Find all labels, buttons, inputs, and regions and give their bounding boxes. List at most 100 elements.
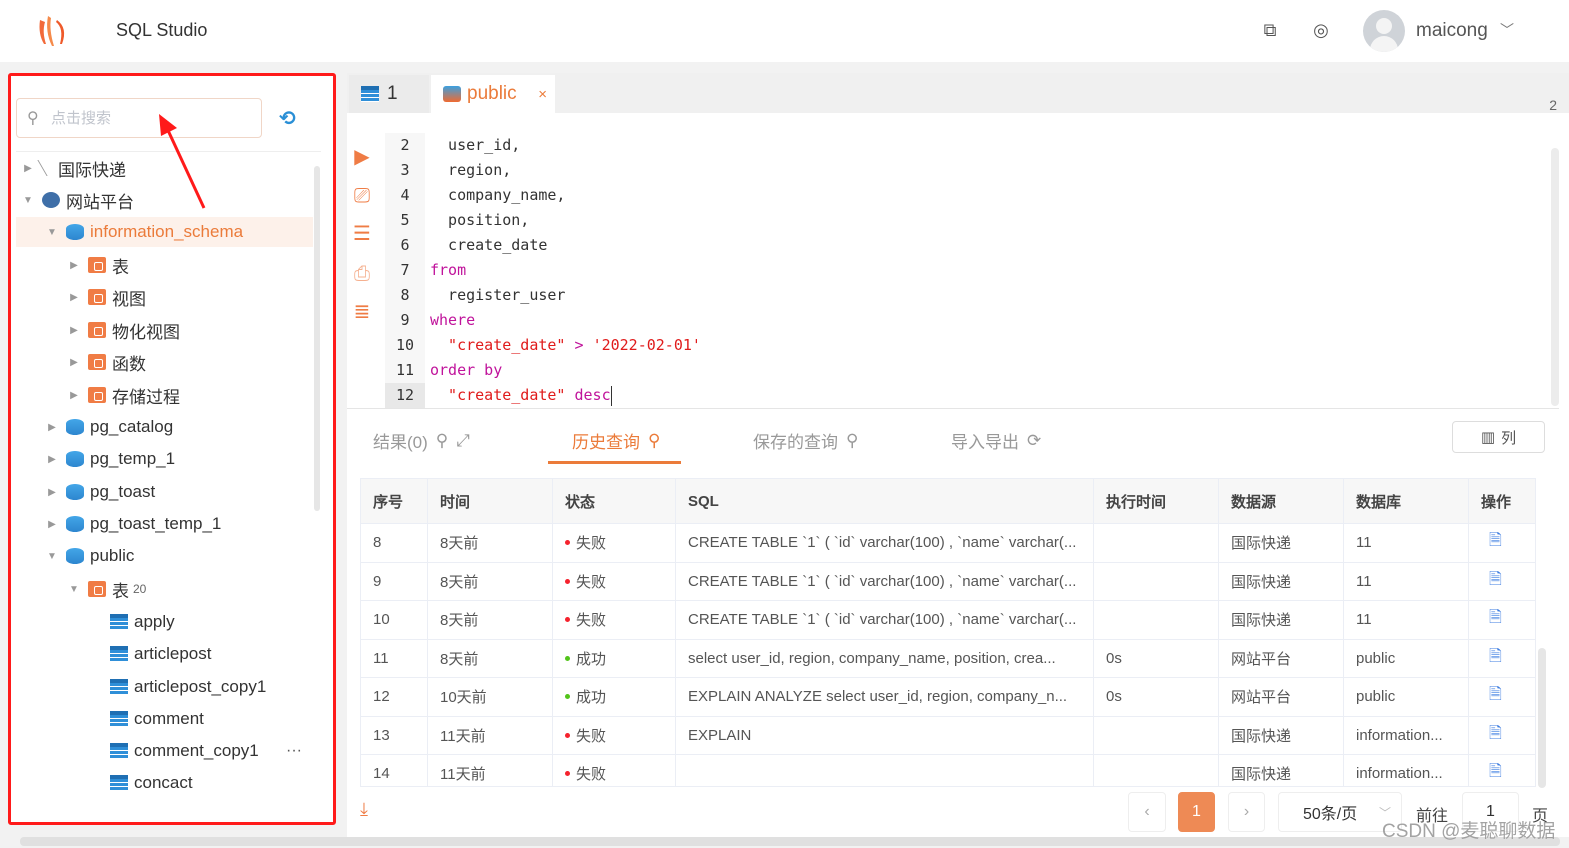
caret-down-icon[interactable]: ▼ [68, 584, 80, 595]
caret-right-icon[interactable]: ▶ [46, 454, 58, 465]
view-detail-icon[interactable]: 🗎 [1489, 568, 1502, 595]
user-name[interactable]: maicong [1416, 20, 1488, 42]
caret-right-icon[interactable]: ▶ [46, 422, 58, 433]
code-line[interactable]: user_id, [430, 133, 520, 158]
tab-saved-queries[interactable]: 保存的查询 ⚲ [753, 428, 858, 453]
table-row[interactable]: 12 10天前 成功 EXPLAIN ANALYZE select user_id, … [361, 678, 1535, 717]
tree-node[interactable]: ▶ pg_catalog [16, 412, 313, 442]
code-line[interactable]: region, [430, 158, 511, 183]
tree-node[interactable]: articlepost_copy1 [16, 672, 313, 702]
column-header[interactable]: 序号 [361, 479, 428, 523]
code-line[interactable]: register_user [430, 283, 565, 308]
caret-right-icon[interactable]: ▶ [22, 163, 34, 174]
tree-node[interactable]: ▶ pg_toast [16, 477, 313, 507]
column-header[interactable]: 执行时间 [1094, 479, 1219, 523]
horizontal-scrollbar[interactable] [20, 837, 1560, 846]
table-row[interactable]: 10 8天前 失败 CREATE TABLE `1` ( `id` varchar(1… [361, 601, 1535, 640]
column-header[interactable]: 数据库 [1344, 479, 1469, 523]
view-detail-icon[interactable]: 🗎 [1489, 722, 1502, 749]
code-line[interactable]: order by [430, 358, 502, 383]
caret-right-icon[interactable]: ▶ [46, 519, 58, 530]
caret-right-icon[interactable]: ▶ [68, 390, 80, 401]
code-line[interactable]: where [430, 308, 475, 333]
column-header[interactable]: 时间 [428, 479, 553, 523]
chevron-down-icon[interactable]: ﹀ [1500, 20, 1514, 40]
table-row[interactable]: 14 11天前 失败 国际快递 information... 🗎 [361, 755, 1535, 786]
tree-node[interactable]: ▶ 物化视图 [16, 315, 313, 345]
code-line[interactable]: position, [430, 208, 529, 233]
next-page-button[interactable]: › [1228, 792, 1265, 832]
tab-results[interactable]: 结果(0) ⚲ ⤢ [373, 428, 470, 453]
caret-right-icon[interactable]: ▶ [68, 260, 80, 271]
search-icon[interactable]: ⚲ [436, 431, 448, 451]
caret-right-icon[interactable]: ▶ [46, 487, 58, 498]
prev-page-button[interactable]: ‹ [1128, 792, 1166, 832]
translate-icon[interactable]: ⧉ [1259, 20, 1281, 42]
tree-node[interactable]: ▼ 网站平台 [16, 185, 313, 215]
tree-node[interactable]: ▼ information_schema [16, 217, 313, 247]
tree-node[interactable]: ▼ public [16, 541, 313, 571]
view-detail-icon[interactable]: 🗎 [1489, 645, 1502, 672]
table-row[interactable]: 8 8天前 失败 CREATE TABLE `1` ( `id` varchar(10… [361, 524, 1535, 563]
format-icon[interactable]: ≣ [351, 301, 373, 323]
tree-node[interactable]: apply [16, 607, 313, 637]
editor-scrollbar[interactable] [1551, 148, 1559, 406]
caret-right-icon[interactable]: ▶ [68, 357, 80, 368]
code-line[interactable]: "create_date" > '2022-02-01' [430, 333, 701, 358]
code-line[interactable]: from [430, 258, 466, 283]
tree-node[interactable]: ▶ 存储过程 [16, 380, 313, 410]
view-detail-icon[interactable]: 🗎 [1489, 529, 1502, 556]
avatar[interactable] [1363, 10, 1405, 52]
view-detail-icon[interactable]: 🗎 [1489, 760, 1502, 786]
download-icon[interactable]: ⤓ [360, 799, 368, 820]
tab-history[interactable]: 历史查询 ⚲ [572, 428, 660, 453]
caret-right-icon[interactable]: ▶ [68, 292, 80, 303]
caret-down-icon[interactable]: ▼ [46, 551, 58, 562]
explain-icon[interactable]: ☰ [351, 223, 373, 245]
search-box[interactable]: ⚲ [16, 98, 262, 138]
column-header[interactable]: 状态 [553, 479, 676, 523]
column-header[interactable]: 操作 [1469, 479, 1535, 523]
tree-node[interactable]: ▶ pg_toast_temp_1 [16, 509, 313, 539]
tree-node[interactable]: articlepost [16, 639, 313, 669]
table-row[interactable]: 13 11天前 失败 EXPLAIN 国际快递 information... 🗎 [361, 716, 1535, 755]
refresh-icon[interactable]: ⟲ [279, 106, 296, 131]
divider [16, 151, 321, 152]
run-selected-icon[interactable]: ⎚ [351, 185, 373, 207]
code-line[interactable]: company_name, [430, 183, 565, 208]
table-row[interactable]: 9 8天前 失败 CREATE TABLE `1` ( `id` varchar(10… [361, 562, 1535, 601]
view-detail-icon[interactable]: 🗎 [1489, 683, 1502, 710]
caret-right-icon[interactable]: ▶ [68, 325, 80, 336]
tree-node[interactable]: ▶ 函数 [16, 347, 313, 377]
tree-node[interactable]: concact [16, 768, 313, 798]
save-icon[interactable]: ⎙ [351, 263, 373, 285]
more-icon[interactable]: ··· [286, 742, 302, 760]
column-header[interactable]: 数据源 [1219, 479, 1344, 523]
tree-node[interactable]: ▼ 表 20 [16, 574, 313, 604]
tree-node[interactable]: comment [16, 704, 313, 734]
view-detail-icon[interactable]: 🗎 [1489, 606, 1502, 633]
code-line[interactable]: "create_date" desc [430, 383, 612, 408]
code-line[interactable]: create_date [430, 233, 547, 258]
tree-node[interactable]: ▶ 国际快递 [16, 153, 313, 183]
tab-result-1[interactable]: 1 [349, 75, 429, 113]
column-header[interactable]: SQL [676, 479, 1094, 523]
table-scrollbar[interactable] [1538, 648, 1546, 788]
columns-button[interactable]: ▥ 列 [1452, 421, 1545, 453]
close-icon[interactable]: × [538, 86, 547, 103]
caret-down-icon[interactable]: ▼ [46, 227, 58, 238]
expand-icon[interactable]: ⤢ [456, 431, 470, 451]
search-input[interactable] [51, 107, 251, 129]
tree-node[interactable]: ▶ pg_temp_1 [16, 444, 313, 474]
run-icon[interactable]: ▶ [351, 146, 373, 168]
tab-import-export[interactable]: 导入导出 ⟳ [951, 428, 1041, 453]
page-1-button[interactable]: 1 [1178, 792, 1215, 832]
settings-icon[interactable]: ◎ [1310, 20, 1332, 42]
tree-node[interactable]: ▶ 视图 [16, 282, 313, 312]
table-row[interactable]: 11 8天前 成功 select user_id, region, company_n… [361, 639, 1535, 678]
sidebar-scrollbar[interactable] [314, 166, 320, 511]
tree-node[interactable]: comment_copy1 ··· [16, 736, 313, 766]
caret-down-icon[interactable]: ▼ [22, 195, 34, 206]
tree-node[interactable]: ▶ 表 [16, 250, 313, 280]
tab-public[interactable]: public × [431, 75, 555, 113]
